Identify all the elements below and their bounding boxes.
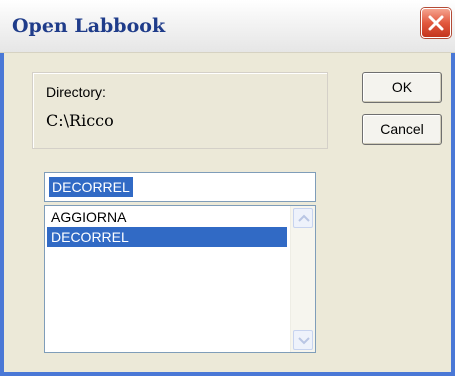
file-list[interactable]: AGGIORNA DECORREL [44,205,316,353]
filename-input[interactable]: DECORREL [44,172,316,202]
list-item[interactable]: AGGIORNA [47,207,287,227]
title-bar[interactable]: Open Labbook [0,0,455,53]
close-button[interactable] [421,8,451,38]
directory-path: C:\Ricco [46,111,114,130]
open-labbook-dialog: Open Labbook Directory: C:\Ricco OK Canc… [0,0,455,376]
list-scrollbar[interactable] [290,206,315,352]
ok-button[interactable]: OK [362,72,442,103]
filename-input-value: DECORREL [49,177,133,197]
directory-group: Directory: C:\Ricco [32,72,328,149]
cancel-button[interactable]: Cancel [362,114,442,145]
chevron-up-icon [298,214,310,222]
close-icon [428,15,444,31]
chevron-down-icon [298,337,310,345]
list-item[interactable]: DECORREL [47,227,287,247]
dialog-title: Open Labbook [12,15,166,37]
directory-label: Directory: [46,84,106,100]
scroll-down-button[interactable] [293,330,313,350]
scroll-up-button[interactable] [293,208,313,228]
